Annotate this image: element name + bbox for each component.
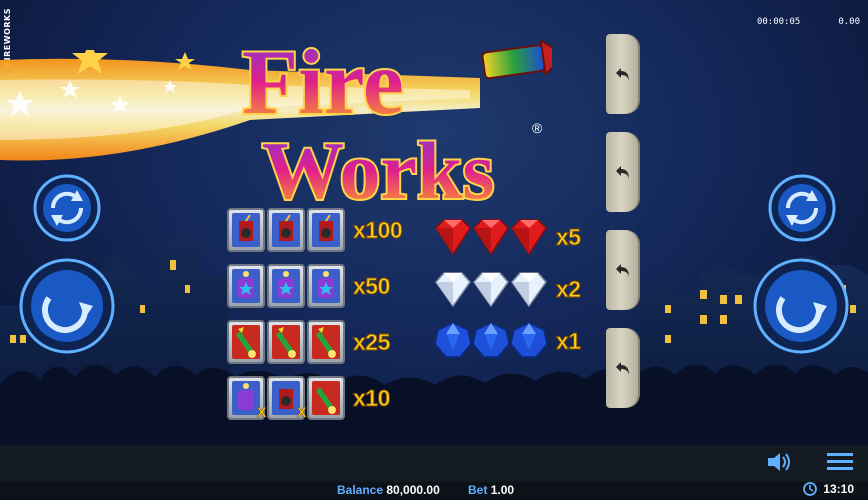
ruby-icon [511,219,547,256]
firecracker-icon [279,389,293,409]
multiplier-label: x1 [556,327,582,354]
symbol-purple-firework: X [227,376,267,421]
symbol-firecracker [227,208,265,252]
multiplier-label: x50 [353,272,391,299]
paytable-row-ruby: x5 [432,216,582,258]
undo-button[interactable] [606,132,640,212]
paytable-row-green-rocket: x25 [227,320,391,364]
purple-firework-icon [238,383,254,410]
purple-firework-icon [238,271,254,298]
symbol-purple-firework [267,264,305,308]
any-mark: X [257,404,267,421]
symbol-firecracker [267,208,305,252]
clock-icon [803,482,818,496]
purple-firework-icon [278,271,294,298]
any-mark: X [297,404,307,421]
menu-button[interactable] [827,452,853,472]
balance-display: Balance 80,000.00 [337,483,440,497]
diamond-icon [511,272,547,308]
green-rocket-icon [276,327,296,358]
multiplier-label: x2 [556,275,582,302]
trademark-symbol: ® [532,120,543,136]
session-timer: 00:00:05 [756,17,801,27]
purple-firework-icon [318,271,334,298]
win-amount: 0.00 [838,17,860,27]
spin-button-left[interactable] [19,258,115,354]
clock-display: 13:10 [803,482,854,496]
autoplay-button-left[interactable] [33,174,101,242]
symbol-green-rocket [307,376,345,420]
balance-value: 80,000.00 [386,483,440,497]
paytable-row-sapphire: x1 [432,320,582,362]
green-rocket-icon [316,327,336,358]
balance-label: Balance [337,483,384,497]
firecracker-icon [239,214,253,241]
clock-time: 13:10 [823,482,854,496]
logo-line2: Works [262,125,494,208]
paytable: x100 x50 x25 X X x10 x5 x2 x1 [225,208,605,421]
symbol-green-rocket [227,320,265,364]
diamond-icon [473,272,509,308]
paytable-row-mixed: X X x10 [227,376,391,421]
undo-button[interactable] [606,230,640,310]
symbol-firecracker [307,208,345,252]
logo-line1: Fire [242,31,404,133]
multiplier-label: x10 [353,384,391,411]
multiplier-label: x100 [352,216,403,243]
paytable-row-firecracker: x100 [227,208,403,252]
diamond-icon [435,272,471,308]
multiplier-label: x25 [353,328,391,355]
status-readout: 00:00:05 0.00 [757,17,860,27]
game-scene: FIREWORKS 00:00:05 0.00 Fire Works ® x10… [0,0,868,445]
symbol-purple-firework [307,264,345,308]
green-rocket-icon [316,387,336,414]
spin-button-right[interactable] [753,258,849,354]
firecracker-icon [279,214,293,241]
sapphire-icon [472,322,510,358]
bet-label: Bet [468,483,488,497]
hamburger-menu-icon [827,453,853,470]
multiplier-label: x5 [556,223,582,250]
firecracker-icon [319,214,333,241]
paytable-row-purple-firework: x50 [227,264,391,308]
game-logo: Fire Works ® [240,29,552,208]
undo-button[interactable] [606,328,640,408]
bet-value: 1.00 [490,483,515,497]
undo-button[interactable] [606,34,640,114]
undo-icon [616,362,629,375]
ruby-icon [435,219,471,256]
undo-icon [616,68,629,81]
symbol-green-rocket [307,320,345,364]
speaker-icon [768,453,790,471]
sapphire-icon [510,322,548,358]
undo-icon [616,264,629,277]
undo-icon [616,166,629,179]
sapphire-icon [434,322,472,358]
ruby-icon [473,219,509,256]
bet-display: Bet 1.00 [468,483,514,497]
sound-button[interactable] [766,451,792,473]
paytable-row-diamond: x2 [432,268,582,310]
symbol-green-rocket [267,320,305,364]
symbol-purple-firework [227,264,265,308]
green-rocket-icon [236,327,256,358]
autoplay-button-right[interactable] [768,174,836,242]
symbol-firecracker: X [267,376,307,421]
